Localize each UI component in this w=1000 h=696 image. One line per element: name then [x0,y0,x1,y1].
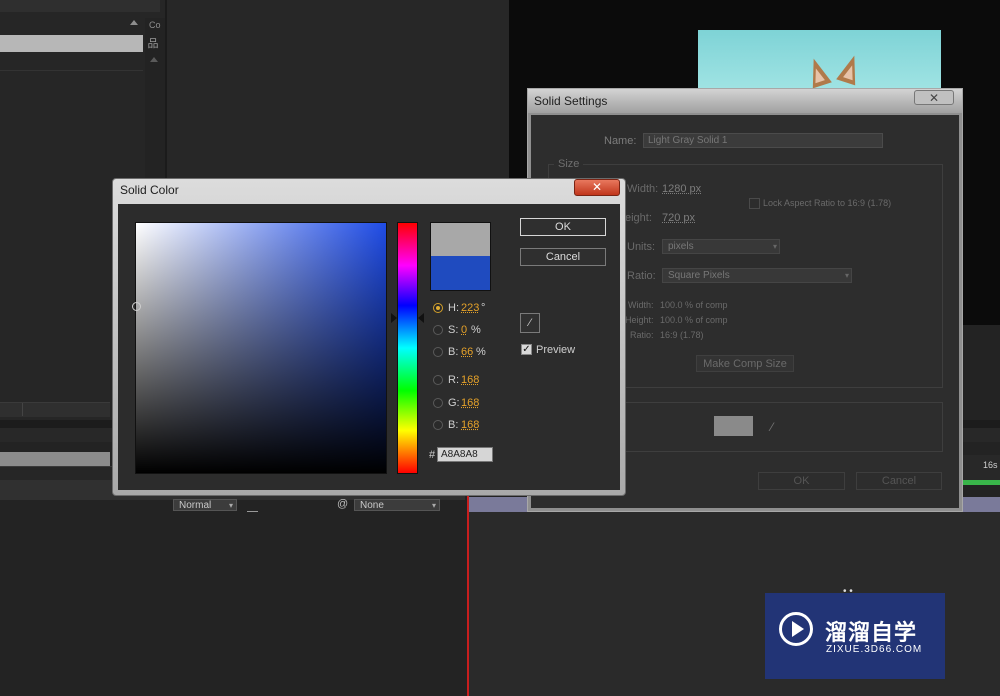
current-time-indicator[interactable] [467,480,469,696]
divider [0,70,143,71]
preserve-transparency-toggle[interactable] [247,499,258,512]
brightness-unit: % [476,346,486,358]
saturation-unit: % [471,324,481,336]
green-value[interactable]: 168 [461,397,479,409]
info-ratio-value: 16:9 (1.78) [660,330,704,340]
sort-up-icon[interactable] [130,20,138,25]
info-width-value: 100.0 % of comp [660,300,728,310]
flowchart-icon[interactable]: 品 [147,38,159,50]
project-column-label: Co [149,20,161,30]
ok-button[interactable]: OK [758,472,845,490]
info-height-value: 100.0 % of comp [660,315,728,325]
blend-mode-dropdown[interactable]: Normal ▾ [173,499,237,511]
chevron-down-icon: ▾ [431,501,436,510]
chevron-down-icon: ▾ [772,242,777,251]
divider [22,403,23,416]
project-panel-header [0,0,160,12]
project-panel-footer [0,402,110,417]
time-ruler-label: 16s [983,460,998,470]
pixel-aspect-dropdown[interactable]: Square Pixels ▾ [662,268,852,283]
width-value[interactable]: 1280 px [662,183,701,195]
pixel-aspect-label: Ratio: [627,270,656,282]
blue-radio[interactable] [433,420,443,430]
watermark-text: 溜溜自学 [825,620,918,645]
pixel-aspect-value: Square Pixels [668,270,730,281]
play-triangle-icon [792,621,804,637]
hex-prefix: # [429,449,436,461]
name-field[interactable]: Light Gray Solid 1 [643,133,883,148]
hue-slider-left-arrow-icon[interactable] [391,313,397,323]
timeline-search-field[interactable] [0,452,110,466]
size-group-label: Size [554,158,584,170]
cancel-button[interactable]: Cancel [520,248,606,266]
eyedropper-icon[interactable]: ⁄ [762,417,782,437]
color-field-marker[interactable] [132,302,141,311]
hue-slider[interactable] [397,222,418,474]
make-comp-size-button[interactable]: Make Comp Size [696,355,794,372]
dialog-title: Solid Settings [534,94,608,108]
brightness-value[interactable]: 66 [461,346,473,358]
info-height-label: Height: [625,315,654,325]
green-label: G: [448,397,460,409]
lock-aspect-label: Lock Aspect Ratio to 16:9 (1.78) [763,198,892,208]
parent-dropdown[interactable]: None ▾ [354,499,440,511]
height-value[interactable]: 720 px [662,212,695,224]
red-radio[interactable] [433,375,443,385]
preview-checkbox[interactable]: ✓ [521,344,532,355]
parent-pickwhip-icon[interactable]: @ [337,498,348,510]
hex-input[interactable]: A8A8A8 [437,447,493,462]
green-radio[interactable] [433,398,443,408]
saturation-label: S: [448,324,459,336]
hue-radio[interactable] [433,303,443,313]
blend-mode-value: Normal [179,500,212,511]
new-color-swatch [430,256,491,291]
blue-value[interactable]: 168 [461,419,479,431]
preview-label: Preview [536,344,576,356]
red-value[interactable]: 168 [461,374,479,386]
red-label: R: [448,374,459,386]
scroll-up-icon[interactable] [150,57,158,62]
units-dropdown[interactable]: pixels ▾ [662,239,780,254]
hue-unit: ° [481,302,486,314]
hue-value[interactable]: 223 [461,302,479,314]
name-label: Name: [604,135,637,147]
hue-label: H: [448,302,459,314]
dialog-title: Solid Color [120,183,179,197]
width-label: Width: [627,183,659,195]
close-button[interactable]: ✕ [574,179,620,196]
units-value: pixels [668,241,694,252]
saturation-brightness-field[interactable] [135,222,387,474]
cancel-button[interactable]: Cancel [856,472,942,490]
saturation-value[interactable]: 0 [461,324,467,336]
watermark-url: ZIXUE.3D66.COM [826,644,923,655]
work-area-bar[interactable] [960,480,1000,485]
project-item-selected[interactable] [0,35,143,52]
close-button[interactable]: ✕ [914,90,954,105]
info-width-label: Width: [628,300,654,310]
saturation-radio[interactable] [433,325,443,335]
brightness-label: B: [448,346,459,358]
brightness-radio[interactable] [433,347,443,357]
hue-slider-right-arrow-icon[interactable] [418,313,424,323]
parent-value: None [360,500,384,511]
eyedropper-icon[interactable]: ⁄ [520,313,540,333]
info-ratio-label: Ratio: [630,330,654,340]
blue-label: B: [448,419,459,431]
solid-color-swatch[interactable] [714,416,753,436]
chevron-down-icon: ▾ [228,501,233,510]
height-label: eight: [625,212,652,224]
units-label: Units: [627,241,656,253]
chevron-down-icon: ▾ [844,271,849,280]
ok-button[interactable]: OK [520,218,606,236]
original-color-swatch[interactable] [430,222,491,256]
lock-aspect-checkbox[interactable] [749,198,760,209]
